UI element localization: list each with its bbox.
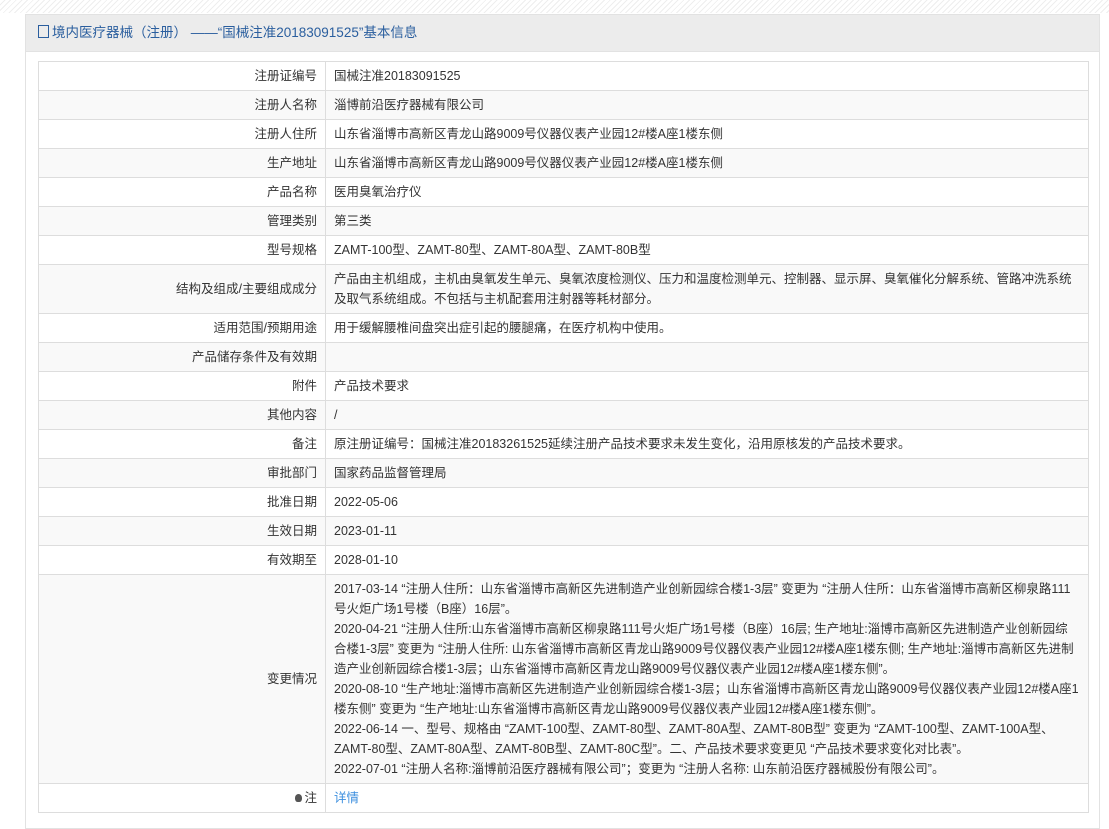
- row-label: 型号规格: [38, 235, 326, 265]
- row-label: 注册证编号: [38, 61, 326, 91]
- panel-header: 境内医疗器械（注册） ——“国械注准20183091525”基本信息: [26, 15, 1099, 52]
- table-row: 审批部门 国家药品监督管理局: [38, 458, 1089, 488]
- table-row: 产品储存条件及有效期: [38, 342, 1089, 372]
- change-item: 2022-07-01 “注册人名称:淄博前沿医疗器械有限公司”；变更为 “注册人…: [334, 762, 945, 776]
- row-label: 产品储存条件及有效期: [38, 342, 326, 372]
- row-label: 附件: [38, 371, 326, 401]
- row-label: 其他内容: [38, 400, 326, 430]
- row-value: 产品由主机组成，主机由臭氧发生单元、臭氧浓度检测仪、压力和温度检测单元、控制器、…: [325, 264, 1089, 314]
- table-row: 管理类别 第三类: [38, 206, 1089, 236]
- change-item: 2020-04-21 “注册人住所:山东省淄博市高新区柳泉路111号火炬广场1号…: [334, 622, 1074, 676]
- table-row: 有效期至 2028-01-10: [38, 545, 1089, 575]
- row-value: 产品技术要求: [325, 371, 1089, 401]
- table-row: 批准日期 2022-05-06: [38, 487, 1089, 517]
- row-value: 2022-05-06: [325, 487, 1089, 517]
- info-panel: 境内医疗器械（注册） ——“国械注准20183091525”基本信息 注册证编号…: [25, 14, 1100, 829]
- table-row: 结构及组成/主要组成成分 产品由主机组成，主机由臭氧发生单元、臭氧浓度检测仪、压力…: [38, 264, 1089, 314]
- note-value: 详情: [325, 783, 1089, 813]
- table-row: 型号规格 ZAMT-100型、ZAMT-80型、ZAMT-80A型、ZAMT-80…: [38, 235, 1089, 265]
- row-label: 生产地址: [38, 148, 326, 178]
- row-value: 国家药品监督管理局: [325, 458, 1089, 488]
- row-label: 变更情况: [38, 574, 326, 784]
- document-icon: [38, 25, 49, 38]
- table-row: 生产地址 山东省淄博市高新区青龙山路9009号仪器仪表产业园12#楼A座1楼东侧: [38, 148, 1089, 178]
- row-label: 产品名称: [38, 177, 326, 207]
- row-value: ZAMT-100型、ZAMT-80型、ZAMT-80A型、ZAMT-80B型: [325, 235, 1089, 265]
- changes-list: 2017-03-14 “注册人住所：山东省淄博市高新区先进制造产业创新园综合楼1…: [325, 574, 1089, 784]
- row-value: 山东省淄博市高新区青龙山路9009号仪器仪表产业园12#楼A座1楼东侧: [325, 119, 1089, 149]
- row-value: /: [325, 400, 1089, 430]
- table-row: 备注 原注册证编号：国械注准20183261525延续注册产品技术要求未发生变化，…: [38, 429, 1089, 459]
- details-link[interactable]: 详情: [334, 791, 359, 805]
- panel-title: 境内医疗器械（注册） ——“国械注准20183091525”基本信息: [52, 25, 418, 40]
- note-label-cell: 注: [38, 783, 326, 813]
- row-value: 2028-01-10: [325, 545, 1089, 575]
- table-row: 适用范围/预期用途 用于缓解腰椎间盘突出症引起的腰腿痛，在医疗机构中使用。: [38, 313, 1089, 343]
- row-value: 淄博前沿医疗器械有限公司: [325, 90, 1089, 120]
- table-row: 其他内容 /: [38, 400, 1089, 430]
- row-value: 原注册证编号：国械注准20183261525延续注册产品技术要求未发生变化，沿用…: [325, 429, 1089, 459]
- table-row: 附件 产品技术要求: [38, 371, 1089, 401]
- row-value: 山东省淄博市高新区青龙山路9009号仪器仪表产业园12#楼A座1楼东侧: [325, 148, 1089, 178]
- row-label: 生效日期: [38, 516, 326, 546]
- info-table: 注册证编号 国械注准20183091525 注册人名称 淄博前沿医疗器械有限公司 注册人…: [38, 61, 1089, 813]
- table-row: 注册证编号 国械注准20183091525: [38, 61, 1089, 91]
- row-label: 管理类别: [38, 206, 326, 236]
- table-row-note: 注 详情: [38, 783, 1089, 813]
- row-value: 医用臭氧治疗仪: [325, 177, 1089, 207]
- row-label: 注册人住所: [38, 119, 326, 149]
- row-value: 用于缓解腰椎间盘突出症引起的腰腿痛，在医疗机构中使用。: [325, 313, 1089, 343]
- table-row: 产品名称 医用臭氧治疗仪: [38, 177, 1089, 207]
- row-value: [325, 342, 1089, 372]
- table-row: 注册人名称 淄博前沿医疗器械有限公司: [38, 90, 1089, 120]
- row-label: 注册人名称: [38, 90, 326, 120]
- row-value: 第三类: [325, 206, 1089, 236]
- row-value: 2023-01-11: [325, 516, 1089, 546]
- top-stripe: [0, 0, 1109, 13]
- change-item: 2017-03-14 “注册人住所：山东省淄博市高新区先进制造产业创新园综合楼1…: [334, 582, 1071, 616]
- row-value: 国械注准20183091525: [325, 61, 1089, 91]
- row-label: 有效期至: [38, 545, 326, 575]
- row-label: 审批部门: [38, 458, 326, 488]
- table-row-changes: 变更情况 2017-03-14 “注册人住所：山东省淄博市高新区先进制造产业创新园…: [38, 574, 1089, 784]
- table-row: 生效日期 2023-01-11: [38, 516, 1089, 546]
- change-item: 2022-06-14 一、型号、规格由 “ZAMT-100型、ZAMT-80型、…: [334, 722, 1054, 756]
- lightbulb-icon: [295, 794, 303, 802]
- row-label: 结构及组成/主要组成成分: [38, 264, 326, 314]
- note-label: 注: [304, 791, 317, 805]
- change-item: 2020-08-10 “生产地址:淄博市高新区先进制造产业创新园综合楼1-3层；…: [334, 682, 1079, 716]
- row-label: 备注: [38, 429, 326, 459]
- row-label: 批准日期: [38, 487, 326, 517]
- row-label: 适用范围/预期用途: [38, 313, 326, 343]
- table-row: 注册人住所 山东省淄博市高新区青龙山路9009号仪器仪表产业园12#楼A座1楼东侧: [38, 119, 1089, 149]
